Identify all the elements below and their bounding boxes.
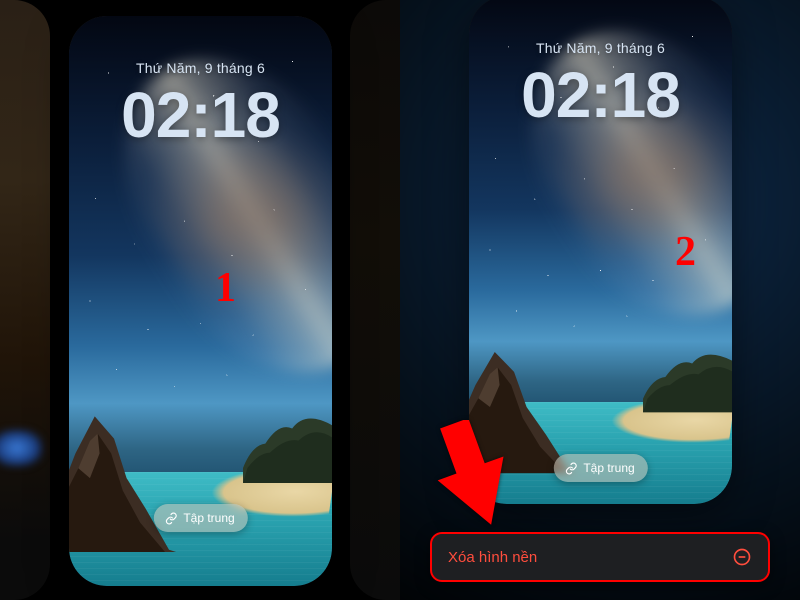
next-wallpaper-peek[interactable] [350, 0, 400, 600]
callout-arrow-icon [428, 420, 508, 530]
lockscreen-time: 02:18 [469, 58, 732, 132]
lockscreen-date: Thứ Năm, 9 tháng 6 [69, 60, 332, 76]
link-icon [164, 512, 177, 525]
link-icon [564, 462, 577, 475]
step-number-annotation: 1 [215, 264, 236, 312]
step-1-panel: Thứ Năm, 9 tháng 6 02:18 Tập trung 1 [0, 0, 400, 600]
remove-circle-icon [732, 547, 752, 567]
focus-button-label: Tập trung [583, 461, 634, 475]
step-number-annotation: 2 [675, 228, 696, 276]
delete-wallpaper-button[interactable]: Xóa hình nền [430, 532, 770, 582]
lockscreen-time: 02:18 [69, 78, 332, 152]
previous-wallpaper-peek[interactable] [0, 0, 50, 600]
lockscreen-preview[interactable]: Thứ Năm, 9 tháng 6 02:18 Tập trung [69, 16, 332, 586]
delete-wallpaper-label: Xóa hình nền [448, 549, 537, 566]
step-2-panel: Thứ Năm, 9 tháng 6 02:18 Tập trung Xóa h… [400, 0, 800, 600]
lockscreen-date: Thứ Năm, 9 tháng 6 [469, 40, 732, 56]
focus-button-label: Tập trung [183, 511, 234, 525]
focus-button[interactable]: Tập trung [553, 454, 647, 482]
focus-button[interactable]: Tập trung [153, 504, 247, 532]
